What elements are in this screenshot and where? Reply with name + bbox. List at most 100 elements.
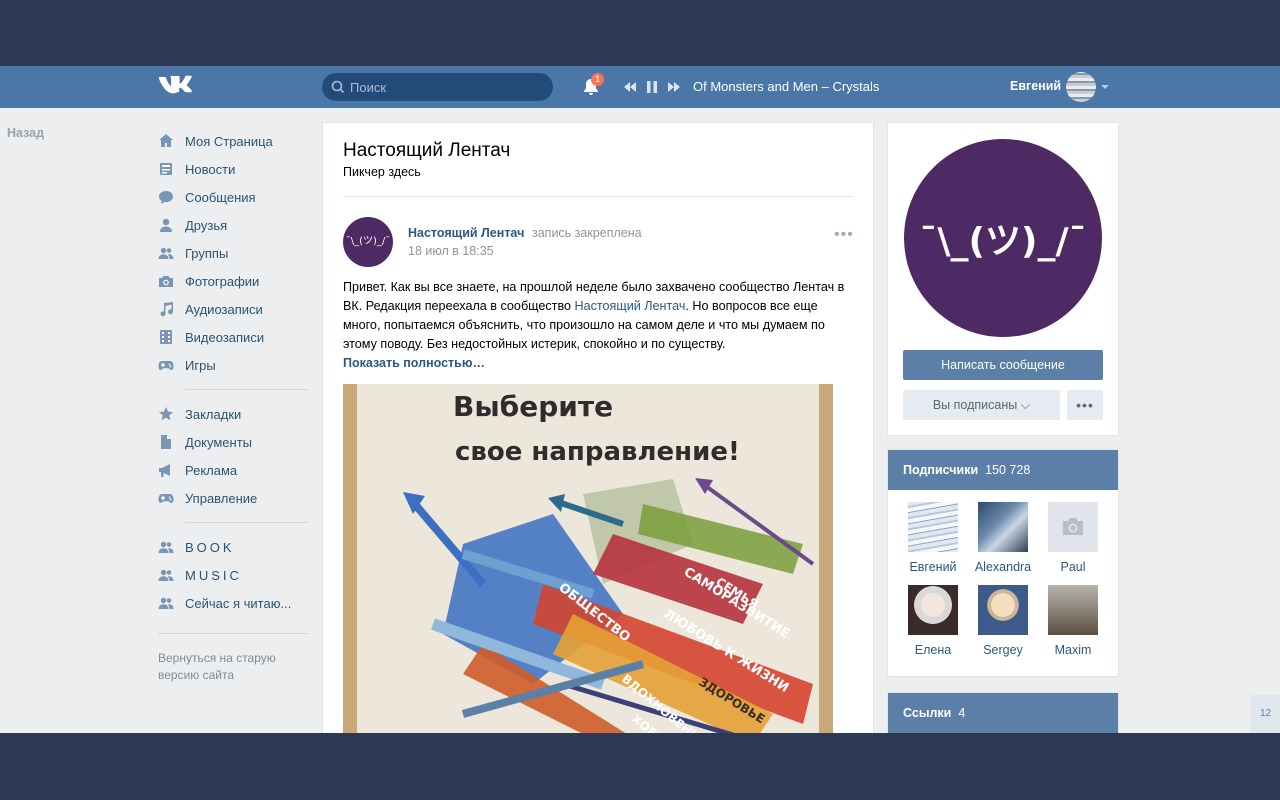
subscriber-name[interactable]: Евгений [898, 560, 968, 574]
subscriber-avatar[interactable] [978, 585, 1028, 635]
groups-icon [158, 597, 174, 609]
subscribers-card: Подписчики 150 728 Евгений Alexandra Paul Е… [887, 449, 1119, 677]
top-bar: 1 Of Monsters and Men – Crystals Евгений [0, 66, 1280, 108]
post-image[interactable]: Выберите свое направление! СЕМЬЯ САМОРАЗ… [343, 384, 833, 733]
subscriber-name[interactable]: Елена [898, 643, 968, 657]
sidebar-item-label: Закладки [185, 406, 242, 422]
subscriber-item[interactable]: Alexandra [968, 502, 1038, 585]
sidebar-item-сейчас-я-читаю[interactable]: Сейчас я читаю... [158, 589, 308, 617]
profile-card: ¯\_(ツ)_/¯ Написать сообщение Вы подписан… [887, 122, 1119, 436]
divider [185, 389, 308, 390]
sidebar-item-управление[interactable]: Управление [158, 484, 308, 512]
links-card: Ссылки 4 [887, 692, 1119, 733]
subscribers-header[interactable]: Подписчики 150 728 [888, 450, 1118, 490]
subscribers-count: 150 728 [985, 463, 1031, 477]
subscribed-dropdown-button[interactable]: Вы подписаны ⌵ [903, 390, 1060, 420]
subscriber-item[interactable]: Sergey [968, 585, 1038, 668]
messages-icon [159, 191, 173, 204]
subscriber-item[interactable]: Maxim [1038, 585, 1108, 668]
subscriber-name[interactable]: Paul [1038, 560, 1108, 574]
write-message-button[interactable]: Написать сообщение [903, 350, 1103, 380]
links-header[interactable]: Ссылки 4 [888, 693, 1118, 733]
notification-badge: 1 [591, 73, 604, 86]
sidebar-item-label: Управление [185, 490, 258, 506]
gamepad-icon [158, 494, 174, 503]
back-link[interactable]: Назад [7, 126, 44, 140]
sidebar-item-label: Друзья [185, 217, 228, 233]
sidebar-item-label: Видеозаписи [185, 329, 265, 345]
sidebar-item-видеозаписи[interactable]: Видеозаписи [158, 323, 308, 351]
sidebar-item-закладки[interactable]: Закладки [158, 400, 308, 428]
video-icon [160, 330, 172, 344]
subscriber-item[interactable]: Paul [1038, 502, 1108, 585]
now-playing-track[interactable]: Of Monsters and Men – Crystals [693, 79, 879, 94]
post-author-link[interactable]: Настоящий Лентач [408, 226, 524, 240]
sidebar-item-label: Аудиозаписи [185, 301, 263, 317]
user-name[interactable]: Евгений [1010, 79, 1061, 93]
show-more-link[interactable]: Показать полностью… [343, 356, 485, 370]
sidebar-item-игры[interactable]: Игры [158, 351, 308, 379]
sidebar-item-сообщения[interactable]: Сообщения [158, 183, 308, 211]
sidebar-item-документы[interactable]: Документы [158, 428, 308, 456]
sidebar-item-друзья[interactable]: Друзья [158, 211, 308, 239]
subscriber-name[interactable]: Maxim [1038, 643, 1108, 657]
subscriber-item[interactable]: Елена [898, 585, 968, 668]
search-box[interactable] [322, 73, 553, 101]
subscribers-grid: Евгений Alexandra Paul Елена Sergey Maxim [888, 490, 1118, 676]
post-text: Привет. Как вы все знаете, на прошлой не… [343, 278, 853, 354]
music-icon [160, 302, 173, 317]
sidebar-item-label: Моя Страница [185, 133, 273, 149]
sidebar-item-book[interactable]: BOOK [158, 533, 308, 561]
star-icon [158, 407, 174, 421]
sidebar-item-новости[interactable]: Новости [158, 155, 308, 183]
post-more-button[interactable]: ••• [834, 226, 854, 244]
browser-viewport: 1 Of Monsters and Men – Crystals Евгений… [0, 66, 1280, 733]
page-title: Настоящий Лентач [343, 140, 511, 161]
subscriber-name[interactable]: Alexandra [968, 560, 1038, 574]
subscriber-avatar[interactable] [1048, 585, 1098, 635]
sidebar-item-группы[interactable]: Группы [158, 239, 308, 267]
post-text-link[interactable]: Настоящий Лентач [575, 299, 686, 313]
camera-icon [1063, 518, 1083, 535]
post-author-avatar[interactable]: ¯\_(ツ)_/¯ [343, 217, 393, 267]
links-count: 4 [958, 706, 966, 720]
camera-icon [159, 276, 173, 287]
user-avatar[interactable] [1066, 72, 1096, 102]
subscriber-avatar[interactable] [978, 502, 1028, 552]
sidebar-item-label: Документы [185, 434, 253, 450]
sidebar-item-label: Сообщения [185, 189, 256, 205]
groups-icon [158, 569, 174, 581]
pause-icon[interactable] [645, 80, 659, 94]
subscriber-avatar[interactable] [908, 502, 958, 552]
poster-title-line1: Выберите [453, 390, 613, 423]
old-version-link[interactable]: Вернуться на старую версию сайта [158, 633, 308, 684]
vk-logo[interactable] [158, 75, 192, 97]
subscriber-avatar[interactable] [908, 585, 958, 635]
sidebar-item-label: Сейчас я читаю... [185, 595, 292, 611]
sidebar-item-label: MUSIC [185, 567, 242, 583]
subscriber-item[interactable]: Евгений [898, 502, 968, 585]
document-icon [161, 435, 171, 449]
scroll-page-indicator[interactable]: 12 [1251, 695, 1280, 733]
sidebar-item-music[interactable]: MUSIC [158, 561, 308, 589]
poster-illustration: Выберите свое направление! СЕМЬЯ САМОРАЗ… [343, 384, 833, 733]
sidebar-item-фотографии[interactable]: Фотографии [158, 267, 308, 295]
poster-title-line2: свое направление! [455, 437, 740, 467]
subscriber-name[interactable]: Sergey [968, 643, 1038, 657]
more-actions-button[interactable]: ••• [1067, 390, 1103, 420]
sidebar-item-label: Реклама [185, 462, 238, 478]
divider [343, 196, 854, 197]
chevron-down-icon[interactable] [1101, 85, 1109, 89]
sidebar-item-моя-страница[interactable]: Моя Страница [158, 127, 308, 155]
search-input[interactable] [350, 73, 545, 101]
post-pinned-label: запись закреплена [532, 226, 642, 240]
next-track-icon[interactable] [667, 80, 681, 94]
sidebar-item-аудиозаписи[interactable]: Аудиозаписи [158, 295, 308, 323]
post-date[interactable]: 18 июл в 18:35 [408, 244, 494, 258]
group-avatar[interactable]: ¯\_(ツ)_/¯ [904, 139, 1102, 337]
sidebar-item-реклама[interactable]: Реклама [158, 456, 308, 484]
previous-track-icon[interactable] [623, 80, 637, 94]
search-icon [331, 80, 345, 94]
groups-icon [158, 247, 174, 259]
subscriber-avatar[interactable] [1048, 502, 1098, 552]
